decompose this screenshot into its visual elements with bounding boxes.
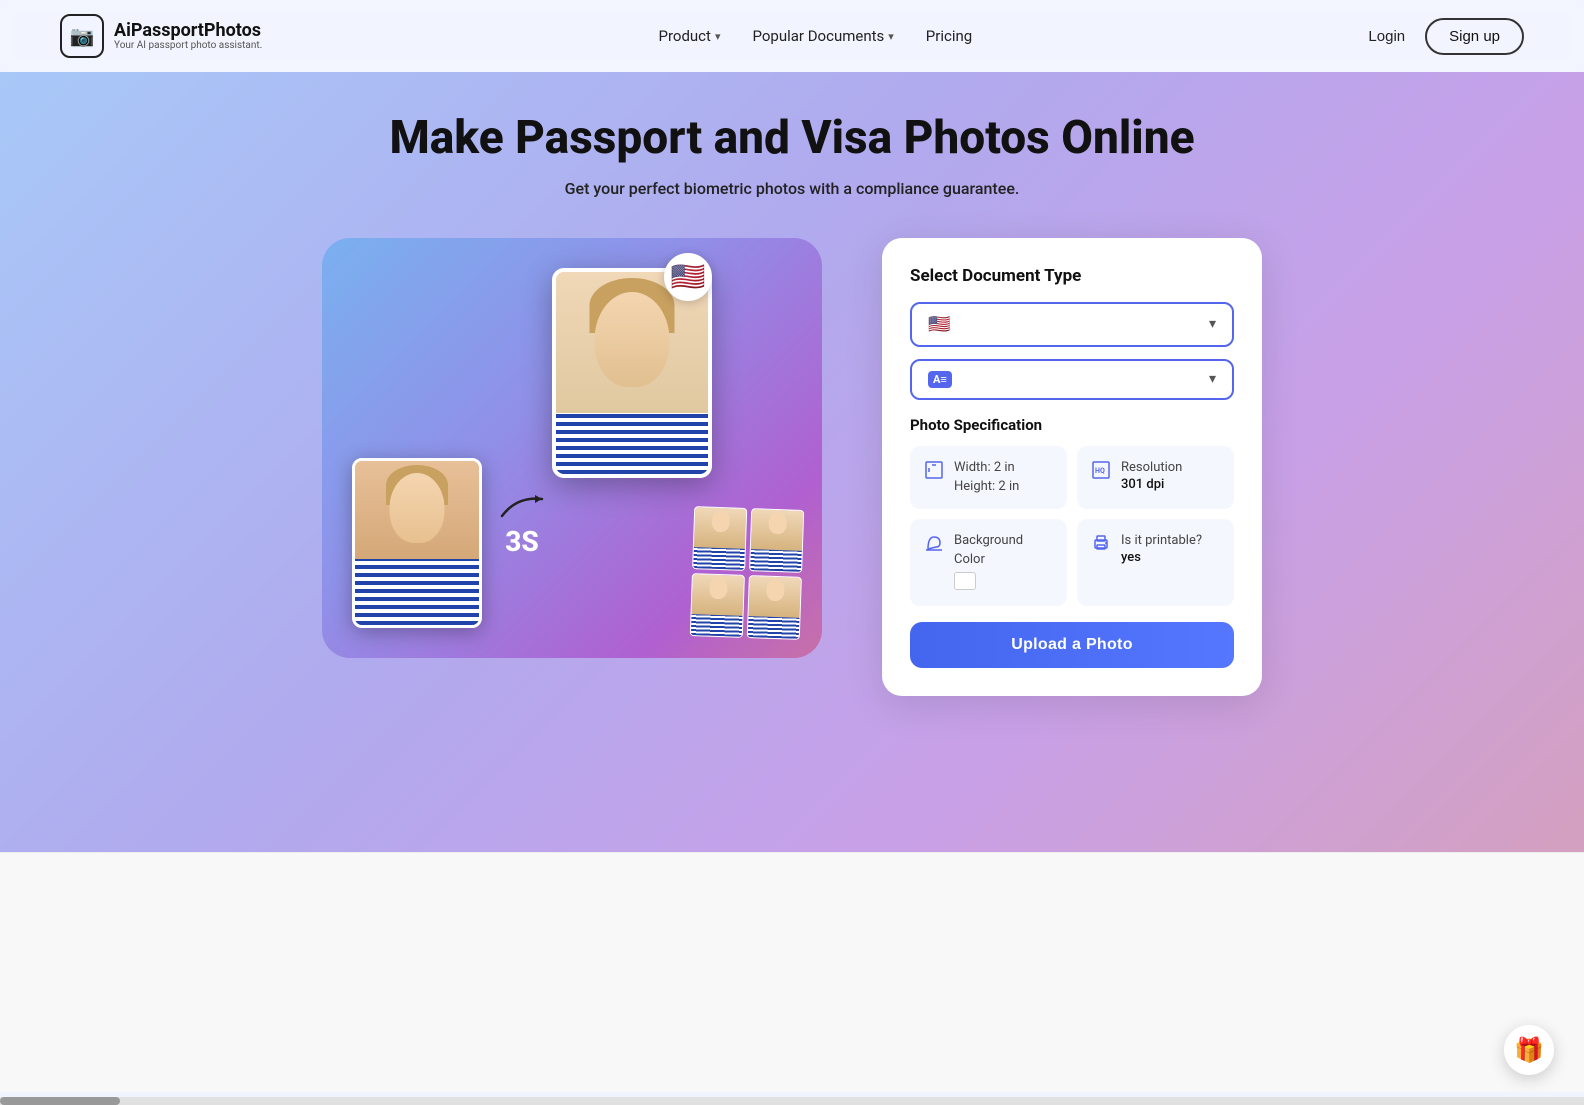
- printer-icon: [1091, 533, 1111, 558]
- brand-name: AiPassportPhotos: [114, 21, 262, 41]
- spec-printable-value: yes: [1121, 550, 1220, 565]
- size-icon: [924, 460, 944, 485]
- grid-photo-2: [749, 508, 804, 573]
- chevron-down-icon-doc: ▾: [1209, 371, 1216, 387]
- hero-subtitle: Get your perfect biometric photos with a…: [60, 179, 1524, 198]
- flag-icon: 🇺🇸: [928, 314, 950, 335]
- spec-resolution-value: 301 dpi: [1121, 477, 1220, 492]
- nav-popular-docs-label: Popular Documents: [752, 27, 884, 45]
- logo[interactable]: 📷 AiPassportPhotos Your AI passport phot…: [60, 14, 262, 58]
- spec-card-printable: Is it printable? yes: [1077, 519, 1234, 606]
- spec-resolution-label: Resolution: [1121, 458, 1220, 478]
- color-swatch: [954, 572, 976, 590]
- navbar: 📷 AiPassportPhotos Your AI passport phot…: [0, 0, 1584, 72]
- form-panel: Select Document Type 🇺🇸 ▾ A≡ ▾ Photo Spe…: [882, 238, 1262, 696]
- signup-button[interactable]: Sign up: [1425, 18, 1524, 55]
- spec-height-label: Height: 2 in: [954, 477, 1053, 497]
- country-select[interactable]: 🇺🇸 ▾: [910, 302, 1234, 347]
- upload-photo-button[interactable]: Upload a Photo: [910, 622, 1234, 668]
- login-button[interactable]: Login: [1368, 28, 1405, 45]
- photo-grid: [690, 506, 804, 640]
- country-flag-badge: 🇺🇸: [664, 253, 712, 301]
- time-label: 3S: [505, 525, 539, 558]
- photo-demo-card: 3S 🇺🇸: [322, 238, 822, 658]
- spec-card-resolution: HQ Resolution 301 dpi: [1077, 446, 1234, 509]
- passport-photo-before: [352, 458, 482, 628]
- spec-size-info: Width: 2 in Height: 2 in: [954, 458, 1053, 497]
- chevron-down-icon-2: ▾: [888, 30, 894, 43]
- nav-links: Product ▾ Popular Documents ▾ Pricing: [658, 27, 972, 45]
- doc-type-icon: A≡: [928, 371, 952, 388]
- process-label: 3S: [497, 491, 547, 558]
- brand-tagline: Your AI passport photo assistant.: [114, 40, 262, 51]
- hero-text: Make Passport and Visa Photos Online Get…: [60, 112, 1524, 198]
- shirt-area: [355, 559, 479, 625]
- background-color-icon: [924, 533, 944, 558]
- svg-text:HQ: HQ: [1095, 467, 1105, 475]
- spec-printable-label: Is it printable?: [1121, 531, 1220, 551]
- face-shape: [390, 473, 445, 543]
- chevron-down-icon-country: ▾: [1209, 316, 1216, 332]
- nav-product[interactable]: Product ▾: [658, 27, 720, 45]
- spec-bgcolor-info: Background Color: [954, 531, 1053, 594]
- select-doc-title: Select Document Type: [910, 266, 1234, 286]
- doc-type-select-wrap[interactable]: A≡ ▾: [910, 359, 1234, 400]
- logo-text: AiPassportPhotos Your AI passport photo …: [114, 21, 262, 52]
- country-select-wrap[interactable]: 🇺🇸 ▾: [910, 302, 1234, 347]
- spec-printable-info: Is it printable? yes: [1121, 531, 1220, 566]
- grid-photo-4: [747, 575, 802, 640]
- main-face-oval: [595, 292, 670, 387]
- resolution-icon: HQ: [1091, 460, 1111, 485]
- arrow-icon: [497, 491, 547, 521]
- main-shirt-area: [556, 413, 708, 474]
- spec-grid: Width: 2 in Height: 2 in HQ Resolution: [910, 446, 1234, 606]
- photo-spec-title: Photo Specification: [910, 416, 1234, 434]
- gift-button[interactable]: 🎁: [1504, 1025, 1554, 1075]
- photo-face-area: [355, 461, 479, 559]
- bottom-strip: [0, 852, 1584, 1092]
- camera-icon: 📷: [70, 24, 95, 48]
- hero-title: Make Passport and Visa Photos Online: [60, 112, 1524, 165]
- nav-popular-docs[interactable]: Popular Documents ▾: [752, 27, 893, 45]
- scrollbar[interactable]: [0, 1097, 1584, 1105]
- spec-resolution-info: Resolution 301 dpi: [1121, 458, 1220, 493]
- doc-type-select[interactable]: A≡ ▾: [910, 359, 1234, 400]
- hero-section: Make Passport and Visa Photos Online Get…: [0, 72, 1584, 852]
- scrollbar-thumb[interactable]: [0, 1097, 120, 1105]
- spec-card-size: Width: 2 in Height: 2 in: [910, 446, 1067, 509]
- nav-product-label: Product: [658, 27, 710, 45]
- chevron-down-icon: ▾: [715, 30, 721, 43]
- grid-photo-1: [692, 506, 747, 571]
- hero-body: 3S 🇺🇸 Sele: [60, 238, 1524, 696]
- spec-width-label: Width: 2 in: [954, 458, 1053, 478]
- spec-bgcolor-label: Background Color: [954, 531, 1053, 570]
- spec-card-bgcolor: Background Color: [910, 519, 1067, 606]
- nav-pricing[interactable]: Pricing: [926, 27, 972, 45]
- grid-photo-3: [690, 573, 745, 638]
- nav-pricing-label: Pricing: [926, 27, 972, 45]
- gift-icon: 🎁: [1514, 1036, 1544, 1065]
- nav-actions: Login Sign up: [1368, 18, 1524, 55]
- us-flag-icon: 🇺🇸: [671, 260, 706, 293]
- logo-icon: 📷: [60, 14, 104, 58]
